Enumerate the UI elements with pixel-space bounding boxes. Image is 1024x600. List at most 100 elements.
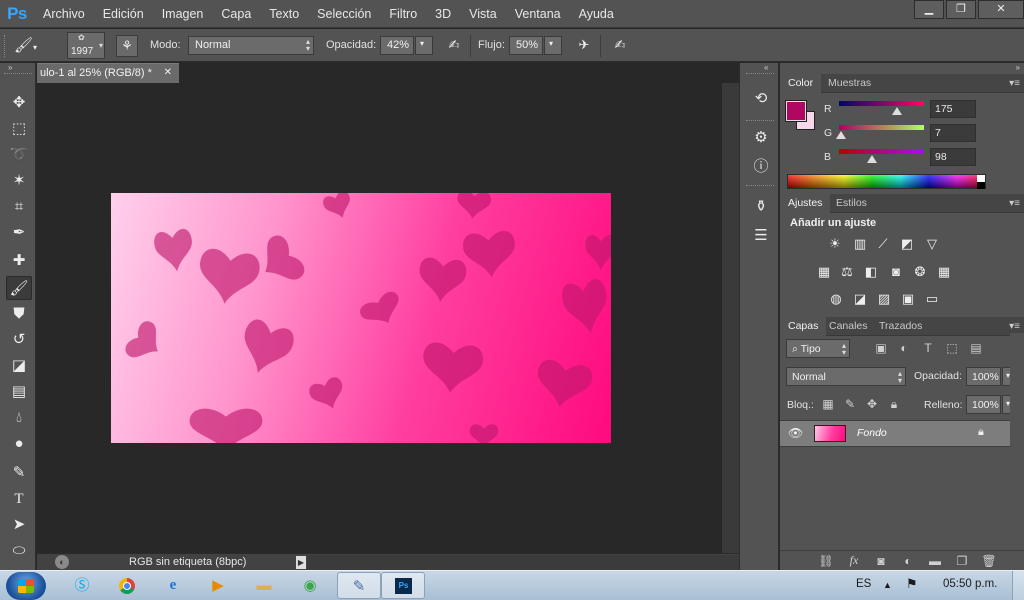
threshold-icon[interactable]: ▨	[875, 290, 893, 307]
flow-field[interactable]: 50%	[509, 36, 543, 55]
dodge-icon[interactable]: ●	[6, 432, 32, 456]
r-value-field[interactable]: 175	[930, 100, 976, 118]
menu-edicion[interactable]: Edición	[94, 0, 153, 28]
brush-panel-toggle-icon[interactable]: ⚘	[116, 35, 138, 57]
lock-transparency-icon[interactable]: ▦	[820, 397, 836, 411]
horizontal-scrollbar[interactable]	[307, 555, 739, 570]
vertical-scrollbar[interactable]	[722, 83, 739, 553]
new-adjustment-layer-icon[interactable]: ◐	[900, 554, 916, 568]
photoshop-logo[interactable]: Ps	[0, 0, 34, 28]
layer-style-icon[interactable]: fx	[846, 553, 862, 568]
language-indicator[interactable]: ES	[856, 578, 871, 590]
lock-pixels-icon[interactable]: ✎	[842, 397, 858, 411]
menu-seleccion[interactable]: Selección	[308, 0, 380, 28]
internet-explorer-icon[interactable]: e	[151, 572, 195, 599]
start-button[interactable]	[6, 572, 46, 600]
color-lookup-icon[interactable]: ▦	[935, 263, 953, 280]
history-brush-icon[interactable]: ↺	[6, 328, 32, 352]
exposure-icon[interactable]: ◩	[898, 235, 916, 252]
channel-mixer-icon[interactable]: ❂	[911, 263, 929, 280]
layer-fill-field[interactable]: 100%	[966, 395, 1001, 414]
menu-vista[interactable]: Vista	[460, 0, 506, 28]
selective-color-icon[interactable]: ▣	[899, 290, 917, 307]
menu-ventana[interactable]: Ventana	[506, 0, 570, 28]
crop-icon[interactable]: ⌗	[6, 195, 32, 219]
file-explorer-icon[interactable]: ▬	[242, 572, 286, 599]
strip-collapse-icon[interactable]: «	[764, 63, 768, 72]
status-arrow-icon[interactable]: ▶	[296, 556, 306, 569]
restore-button[interactable]: ❐	[946, 0, 976, 19]
layer-filter-select[interactable]: ⌕ Tipo ▴ ▾	[786, 339, 850, 358]
eye-icon[interactable]: 👁︎	[788, 426, 803, 440]
r-slider-track[interactable]	[839, 101, 924, 106]
brightness-contrast-icon[interactable]: ☀	[826, 235, 844, 252]
layers-scrollbar[interactable]	[1010, 333, 1024, 550]
filter-adjustment-icon[interactable]: ◐	[896, 341, 912, 355]
layer-name[interactable]: Fondo	[857, 427, 887, 439]
menu-texto[interactable]: Texto	[260, 0, 308, 28]
flow-dropdown-button[interactable]: ▾	[544, 36, 562, 55]
pressure-opacity-icon[interactable]: ✍	[443, 35, 465, 57]
tab-trazados[interactable]: Trazados	[871, 317, 930, 336]
layer-row[interactable]: 👁︎ Fondo 🔒︎	[780, 421, 1010, 447]
brush-icon[interactable]: 🖌︎	[6, 276, 32, 300]
chrome-icon[interactable]	[105, 572, 149, 599]
new-group-icon[interactable]: ▬	[927, 554, 943, 568]
b-slider-thumb[interactable]	[866, 155, 877, 163]
tab-color[interactable]: Color	[780, 74, 822, 93]
vibrance-icon[interactable]: ▽	[923, 235, 941, 252]
skype-icon[interactable]: Ⓢ	[60, 572, 104, 599]
layer-opacity-field[interactable]: 100%	[966, 367, 1001, 386]
marquee-icon[interactable]: ⬚	[6, 117, 32, 141]
foreground-color-swatch[interactable]	[785, 100, 807, 122]
mode-select[interactable]: Normal ▴ ▾	[188, 36, 314, 55]
panel-menu-icon[interactable]: ▾≡	[1009, 78, 1020, 89]
tab-canales[interactable]: Canales	[821, 317, 876, 336]
filter-smart-object-icon[interactable]: ▤	[968, 341, 984, 355]
airbrush-icon[interactable]: ✈	[573, 35, 595, 57]
document-tab[interactable]: ulo-1 al 25% (RGB/8) * ✕	[37, 63, 179, 83]
brush-presets-icon[interactable]: ⚱	[750, 196, 772, 218]
posterize-icon[interactable]: ◪	[851, 290, 869, 307]
new-layer-icon[interactable]: ❐	[954, 554, 970, 568]
document-canvas[interactable]	[111, 193, 611, 443]
properties-icon[interactable]: ⚙	[750, 127, 772, 149]
tray-expand-icon[interactable]: ▲	[883, 580, 892, 590]
media-player-icon[interactable]: ▶	[196, 572, 240, 599]
black-white-icon[interactable]: ◧	[862, 263, 880, 280]
g-value-field[interactable]: 7	[930, 124, 976, 142]
eraser-icon[interactable]: ◪	[6, 354, 32, 378]
tool-preset-icon[interactable]: 🖌︎▾	[14, 35, 48, 57]
gradient-map-icon[interactable]: ▭	[923, 290, 941, 307]
color-spectrum-ramp[interactable]	[787, 174, 986, 189]
clone-stamp-icon[interactable]: ⛊	[6, 302, 32, 326]
brush-size-picker[interactable]: ✿ 1997 ▾	[67, 32, 105, 59]
filter-pixel-icon[interactable]: ▣	[873, 341, 889, 355]
hue-saturation-icon[interactable]: ▦	[815, 263, 833, 280]
brush-settings-icon[interactable]: ☰	[750, 225, 772, 247]
layer-mask-icon[interactable]: ◙	[873, 554, 889, 568]
minimize-button[interactable]: ▁	[914, 0, 944, 19]
pressure-size-icon[interactable]: ✍	[609, 35, 631, 57]
b-slider-track[interactable]	[839, 149, 924, 154]
healing-brush-icon[interactable]: ✚	[6, 249, 32, 273]
filter-shape-icon[interactable]: ⬚	[944, 341, 960, 355]
status-info-icon[interactable]: ◐	[55, 555, 69, 569]
tab-capas[interactable]: Capas	[780, 317, 827, 336]
show-desktop-button[interactable]	[1012, 571, 1024, 600]
magic-wand-icon[interactable]: ✶	[6, 169, 32, 193]
clock[interactable]: 05:50 p.m.	[943, 578, 997, 590]
r-slider-thumb[interactable]	[892, 107, 903, 115]
panel-menu-icon[interactable]: ▾≡	[1009, 198, 1020, 209]
link-layers-icon[interactable]: ⛓	[818, 554, 834, 568]
path-selection-icon[interactable]: ➤	[6, 513, 32, 537]
lasso-icon[interactable]: ➰	[6, 143, 32, 167]
menu-3d[interactable]: 3D	[426, 0, 460, 28]
tab-muestras[interactable]: Muestras	[820, 74, 879, 93]
panel-collapse-icon[interactable]: »	[1016, 63, 1020, 72]
paint-app-icon[interactable]: ✎	[337, 572, 381, 599]
info-icon[interactable]: ⓘ	[750, 156, 772, 178]
menu-filtro[interactable]: Filtro	[380, 0, 426, 28]
history-icon[interactable]: ⟲	[750, 88, 772, 110]
invert-icon[interactable]: ◍	[827, 290, 845, 307]
